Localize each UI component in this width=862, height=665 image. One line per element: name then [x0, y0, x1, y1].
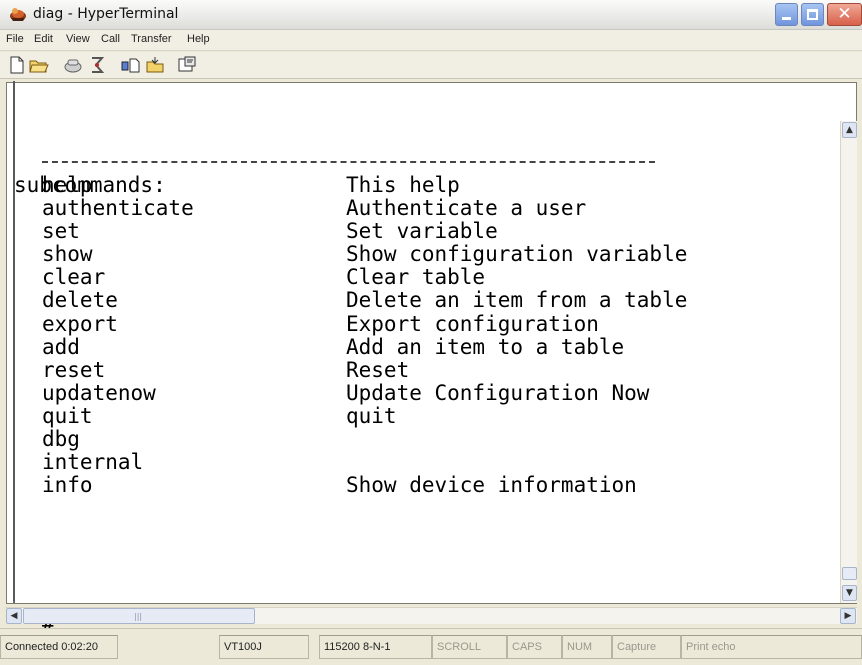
status-bar: Connected 0:02:20 VT100J 115200 8-N-1 SC… — [0, 628, 862, 665]
window-title: diag - HyperTerminal — [33, 6, 179, 22]
chevron-up-icon: ▲ — [846, 125, 853, 135]
title-bar[interactable]: diag - HyperTerminal ✕ — [0, 0, 862, 30]
properties-icon — [178, 56, 196, 72]
receive-file-button[interactable] — [144, 55, 166, 75]
command-description: Add an item to a table — [346, 334, 625, 359]
scroll-left-button[interactable]: ◀ — [6, 608, 22, 624]
new-connection-button[interactable] — [6, 55, 28, 75]
command-name: clear — [42, 265, 106, 290]
vertical-scrollbar[interactable]: ▲ ▼ — [840, 121, 857, 603]
menu-file[interactable]: File — [6, 33, 24, 45]
scroll-right-button[interactable]: ▶ — [840, 608, 856, 624]
command-name: set — [42, 219, 80, 244]
dial-icon — [64, 59, 82, 73]
command-name: reset — [42, 357, 106, 382]
command-name: help — [42, 173, 93, 197]
chevron-left-icon: ◀ — [10, 611, 18, 621]
toolbar — [0, 52, 862, 79]
open-button[interactable] — [28, 55, 50, 75]
command-name: delete — [42, 288, 118, 313]
command-description: Update Configuration Now — [346, 380, 650, 405]
menu-transfer[interactable]: Transfer — [131, 33, 172, 45]
command-name: dbg — [42, 427, 80, 452]
command-description: Clear table — [346, 265, 486, 290]
close-button[interactable]: ✕ — [827, 3, 862, 26]
terminal-separator — [42, 161, 655, 163]
command-description: Set variable — [346, 219, 498, 244]
scroll-down-button[interactable]: ▼ — [842, 585, 857, 601]
status-caps: CAPS — [507, 635, 562, 659]
command-name: show — [42, 242, 93, 267]
status-scroll: SCROLL — [432, 635, 507, 659]
command-name: export — [42, 311, 118, 336]
command-description: Show configuration variable — [346, 242, 688, 267]
menu-bar: File Edit View Call Transfer Help — [0, 30, 862, 51]
chevron-right-icon: ▶ — [844, 611, 852, 621]
hyperterminal-window: diag - HyperTerminal ✕ File Edit View Ca… — [0, 0, 862, 665]
command-name: add — [42, 334, 80, 359]
send-icon — [121, 58, 140, 73]
menu-call[interactable]: Call — [101, 33, 120, 45]
menu-help[interactable]: Help — [187, 33, 210, 45]
hyperterminal-app-icon — [10, 8, 26, 21]
send-file-button[interactable] — [120, 55, 142, 75]
command-name: info — [42, 473, 93, 498]
status-capture: Capture — [612, 635, 681, 659]
command-description: Authenticate a user — [346, 196, 587, 221]
maximize-icon — [807, 9, 818, 20]
scroll-grip-icon: ||| — [134, 612, 143, 621]
command-description: This help — [346, 173, 460, 197]
menu-view[interactable]: View — [66, 33, 90, 45]
status-emulation: VT100J — [219, 635, 309, 659]
command-description: Delete an item from a table — [346, 288, 688, 313]
horizontal-scrollbar[interactable]: ◀ ||| ▶ — [6, 607, 857, 624]
open-icon — [29, 60, 49, 73]
properties-button[interactable] — [176, 55, 198, 75]
command-name: authenticate — [42, 196, 194, 221]
new-icon — [10, 56, 24, 74]
vertical-scroll-thumb[interactable] — [842, 567, 857, 580]
horizontal-scroll-thumb[interactable]: ||| — [23, 608, 255, 624]
terminal-gutter-line — [13, 81, 15, 601]
disconnect-icon — [92, 57, 105, 73]
command-name: internal — [42, 450, 144, 475]
status-num: NUM — [562, 635, 612, 659]
menu-edit[interactable]: Edit — [34, 33, 53, 45]
call-button[interactable] — [62, 55, 84, 75]
minimize-icon — [782, 17, 791, 20]
disconnect-button[interactable] — [86, 55, 108, 75]
command-description: Export configuration — [346, 311, 599, 336]
command-description: Show device information — [346, 473, 637, 498]
chevron-down-icon: ▼ — [846, 588, 853, 598]
minimize-button[interactable] — [775, 3, 798, 26]
status-connected: Connected 0:02:20 — [0, 635, 118, 659]
status-settings: 115200 8-N-1 — [319, 635, 432, 659]
command-name: updatenow — [42, 380, 156, 405]
status-print-echo: Print echo — [681, 635, 862, 659]
close-icon: ✕ — [837, 4, 852, 24]
receive-icon — [146, 57, 164, 73]
command-name: quit — [42, 403, 93, 428]
command-description: quit — [346, 403, 397, 428]
maximize-button[interactable] — [801, 3, 824, 26]
command-description: Reset — [346, 357, 410, 382]
scroll-up-button[interactable]: ▲ — [842, 122, 857, 138]
